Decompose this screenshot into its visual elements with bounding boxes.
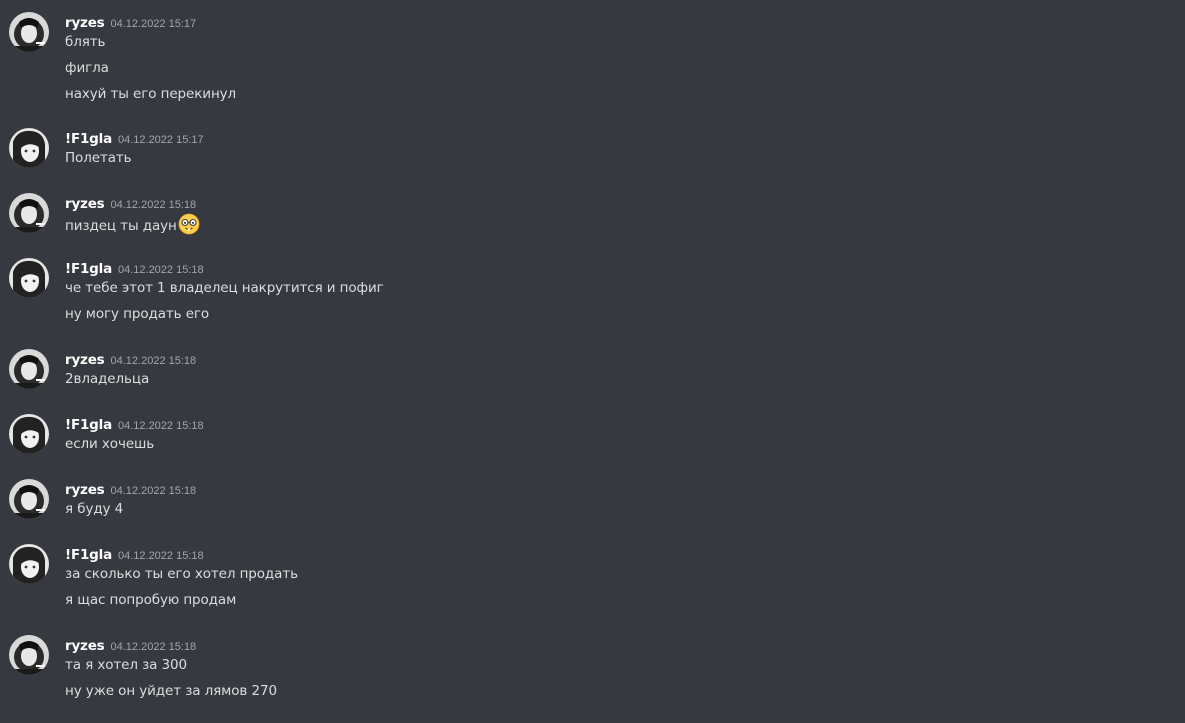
f1gla-avatar-icon: [9, 544, 49, 584]
f1gla-avatar-icon: [9, 414, 49, 454]
message-header: !F1gla 04.12.2022 15:18: [65, 544, 204, 563]
nerd-face-emoji-icon[interactable]: [178, 213, 200, 235]
ryzes-avatar-icon: [9, 349, 49, 389]
username[interactable]: ryzes: [65, 196, 105, 212]
message-text: если хочешь: [65, 436, 155, 452]
message-text: ну уже он уйдет за лямов 270: [65, 683, 277, 699]
username[interactable]: !F1gla: [65, 261, 112, 277]
avatar[interactable]: [9, 349, 49, 389]
message-text: я буду 4: [65, 501, 124, 517]
message-text: я щас попробую продам: [65, 592, 237, 608]
avatar[interactable]: [9, 193, 49, 233]
message-text: фигла: [65, 60, 109, 76]
avatar[interactable]: [9, 544, 49, 584]
message-header: !F1gla 04.12.2022 15:17: [65, 128, 204, 147]
username[interactable]: !F1gla: [65, 417, 112, 433]
avatar[interactable]: [9, 12, 49, 52]
message-header: ryzes 04.12.2022 15:18: [65, 349, 197, 368]
timestamp[interactable]: 04.12.2022 15:17: [111, 18, 197, 30]
timestamp[interactable]: 04.12.2022 15:18: [111, 485, 197, 497]
avatar[interactable]: [9, 479, 49, 519]
message-header: ryzes 04.12.2022 15:17: [65, 12, 197, 31]
avatar[interactable]: [9, 635, 49, 675]
message-header: ryzes 04.12.2022 15:18: [65, 193, 197, 212]
message-text: Полетать: [65, 150, 132, 166]
username[interactable]: ryzes: [65, 15, 105, 31]
username[interactable]: ryzes: [65, 352, 105, 368]
avatar[interactable]: [9, 414, 49, 454]
message-text: че тебе этот 1 владелец накрутится и поф…: [65, 280, 384, 296]
username[interactable]: ryzes: [65, 638, 105, 654]
ryzes-avatar-icon: [9, 193, 49, 233]
message-text: та я хотел за 300: [65, 657, 187, 673]
message-text-content: пиздец ты даун: [65, 218, 177, 234]
username[interactable]: ryzes: [65, 482, 105, 498]
timestamp[interactable]: 04.12.2022 15:18: [118, 420, 204, 432]
ryzes-avatar-icon: [9, 479, 49, 519]
message-header: ryzes 04.12.2022 15:18: [65, 479, 197, 498]
timestamp[interactable]: 04.12.2022 15:18: [118, 264, 204, 276]
message-text: пиздец ты даун: [65, 213, 200, 235]
timestamp[interactable]: 04.12.2022 15:18: [111, 355, 197, 367]
ryzes-avatar-icon: [9, 12, 49, 52]
timestamp[interactable]: 04.12.2022 15:18: [111, 641, 197, 653]
username[interactable]: !F1gla: [65, 131, 112, 147]
f1gla-avatar-icon: [9, 258, 49, 298]
message-text: ну могу продать его: [65, 306, 210, 322]
message-header: !F1gla 04.12.2022 15:18: [65, 258, 204, 277]
ryzes-avatar-icon: [9, 635, 49, 675]
timestamp[interactable]: 04.12.2022 15:18: [111, 199, 197, 211]
message-text: за сколько ты его хотел продать: [65, 566, 298, 582]
f1gla-avatar-icon: [9, 128, 49, 168]
username[interactable]: !F1gla: [65, 547, 112, 563]
avatar[interactable]: [9, 258, 49, 298]
timestamp[interactable]: 04.12.2022 15:18: [118, 550, 204, 562]
message-header: ryzes 04.12.2022 15:18: [65, 635, 197, 654]
message-text: блять: [65, 34, 106, 50]
avatar[interactable]: [9, 128, 49, 168]
message-text: 2владельца: [65, 371, 150, 387]
message-header: !F1gla 04.12.2022 15:18: [65, 414, 204, 433]
message-text: нахуй ты его перекинул: [65, 86, 237, 102]
chat-message-list: ryzes 04.12.2022 15:17 блять фигла нахуй …: [0, 0, 1185, 723]
timestamp[interactable]: 04.12.2022 15:17: [118, 134, 204, 146]
